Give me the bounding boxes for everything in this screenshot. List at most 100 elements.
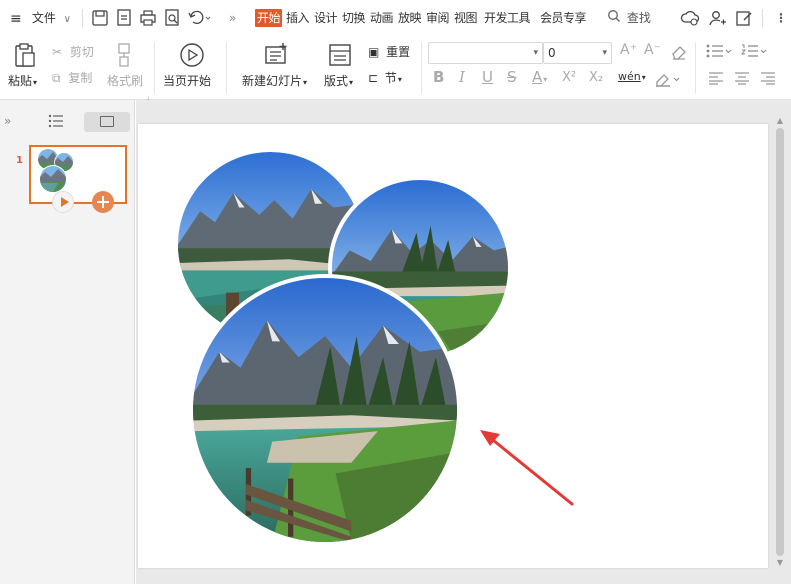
font-color-glyph: A	[532, 68, 543, 86]
paste-button[interactable]: 粘贴▾	[8, 72, 37, 89]
format-painter-icon[interactable]	[114, 42, 134, 68]
slide-number: 1	[16, 155, 23, 166]
file-menu-label: 文件	[31, 11, 56, 25]
share-user-icon[interactable]	[707, 7, 727, 29]
align-right-icon[interactable]	[760, 71, 776, 85]
highlight-icon[interactable]	[654, 70, 682, 88]
subscript-button[interactable]: X₂	[589, 70, 603, 85]
paste-label: 粘贴	[8, 74, 33, 88]
align-left-icon[interactable]	[708, 71, 724, 85]
cloud-sync-icon[interactable]	[680, 7, 700, 29]
print-icon[interactable]	[138, 7, 158, 29]
strikethrough-button[interactable]: S	[507, 68, 517, 86]
italic-button[interactable]: I	[459, 68, 465, 86]
scroll-up-icon[interactable]: ▲	[775, 116, 785, 126]
save-icon[interactable]	[90, 7, 110, 29]
scrollbar-thumb[interactable]	[776, 128, 784, 556]
new-slide-button[interactable]: 新建幻灯片▾	[242, 72, 307, 89]
slide-view-tab[interactable]	[84, 112, 130, 132]
circle-photo-3[interactable]	[189, 274, 461, 546]
tab-insert[interactable]: 插入	[286, 9, 310, 27]
underline-button[interactable]: U	[482, 68, 493, 86]
reset-icon: ▣	[368, 45, 380, 59]
search-label: 查找	[626, 11, 651, 25]
play-icon[interactable]	[178, 41, 206, 69]
divider	[695, 42, 696, 94]
slide-view-icon	[100, 116, 114, 127]
chevron-down-icon: ▾	[33, 78, 38, 87]
copy-label: 复制	[68, 71, 93, 85]
superscript-button[interactable]: X²	[562, 70, 576, 85]
reset-label: 重置	[386, 45, 411, 59]
section-label: 节	[384, 71, 397, 85]
hamburger-icon: ≡	[10, 10, 22, 27]
font-name-select[interactable]: ▾	[428, 42, 543, 64]
chevron-down-icon: ∨	[63, 14, 71, 25]
tab-design[interactable]: 设计	[314, 9, 338, 27]
collapse-panel-icon[interactable]: »	[4, 114, 11, 128]
print-preview-icon[interactable]	[162, 7, 182, 29]
play-slide-button[interactable]	[52, 191, 74, 213]
font-size-select[interactable]: 0 ▾	[543, 42, 612, 64]
add-slide-button[interactable]	[92, 191, 114, 213]
align-center-icon[interactable]	[734, 71, 750, 85]
slide-editor[interactable]	[138, 124, 768, 568]
tab-transitions[interactable]: 切换	[342, 9, 366, 27]
layout-icon[interactable]	[328, 42, 352, 68]
outline-view-icon[interactable]	[48, 114, 64, 128]
layout-label: 版式	[324, 74, 349, 88]
file-menu-button[interactable]: ≡ 文件 ∨	[10, 8, 71, 28]
bullet-list-icon[interactable]	[705, 43, 735, 59]
phonetic-guide-button[interactable]: wén▾	[618, 70, 646, 83]
play-from-current-label[interactable]: 当页开始	[163, 72, 211, 89]
tab-developer[interactable]: 开发工具	[484, 9, 531, 27]
tab-slideshow[interactable]: 放映	[398, 9, 422, 27]
section-button[interactable]: ⊏ 节▾	[368, 69, 402, 86]
more-commands-icon[interactable]: »	[229, 8, 236, 28]
section-icon: ⊏	[368, 71, 379, 85]
bold-button[interactable]: B	[433, 68, 444, 86]
new-slide-label: 新建幻灯片	[242, 74, 303, 88]
editing-canvas: ▲ ▼	[136, 100, 791, 584]
scissors-icon: ✂	[52, 45, 63, 59]
divider	[762, 9, 763, 27]
new-slide-icon[interactable]	[263, 41, 291, 69]
cut-label: 剪切	[69, 45, 94, 59]
reset-button[interactable]: ▣ 重置	[368, 43, 410, 60]
numbered-list-icon[interactable]	[740, 43, 770, 59]
search-icon	[607, 9, 621, 29]
more-options-icon[interactable]: ⋮	[775, 8, 787, 28]
format-painter-label[interactable]: 格式刷	[107, 72, 143, 89]
copy-button[interactable]: ⧉ 复制	[52, 69, 92, 86]
tab-animations[interactable]: 动画	[370, 9, 394, 27]
chevron-down-icon: ▾	[397, 75, 402, 84]
plus-icon-vertical	[102, 196, 104, 208]
font-color-button[interactable]: A▾	[532, 68, 547, 86]
copy-icon: ⧉	[52, 71, 61, 85]
tab-view[interactable]: 视图	[454, 9, 478, 27]
chevron-down-icon: ▾	[602, 48, 607, 58]
cut-button[interactable]: ✂ 剪切	[52, 43, 94, 60]
layout-button[interactable]: 版式▾	[324, 72, 353, 89]
chevron-down-icon: ▾	[303, 78, 308, 87]
export-pdf-icon[interactable]	[114, 7, 134, 29]
font-size-value: 0	[548, 46, 556, 60]
divider	[226, 42, 227, 94]
shrink-font-icon[interactable]: A⁻	[644, 42, 661, 58]
paste-icon[interactable]	[12, 42, 38, 70]
tab-home[interactable]: 开始	[255, 9, 283, 27]
eraser-icon[interactable]	[670, 43, 688, 61]
undo-icon[interactable]	[186, 7, 212, 29]
chevron-down-icon: ▾	[349, 78, 354, 87]
divider	[421, 42, 422, 94]
divider	[154, 42, 155, 94]
scroll-down-icon[interactable]: ▼	[775, 558, 785, 568]
play-icon	[61, 197, 69, 207]
grow-font-icon[interactable]: A⁺	[620, 42, 637, 58]
chevron-down-icon: ▾	[543, 75, 548, 84]
vertical-scrollbar[interactable]: ▲ ▼	[775, 116, 785, 568]
edit-icon[interactable]	[734, 7, 754, 29]
search-button[interactable]: 查找	[607, 8, 651, 28]
tab-review[interactable]: 审阅	[426, 9, 450, 27]
tab-member[interactable]: 会员专享	[540, 9, 587, 27]
